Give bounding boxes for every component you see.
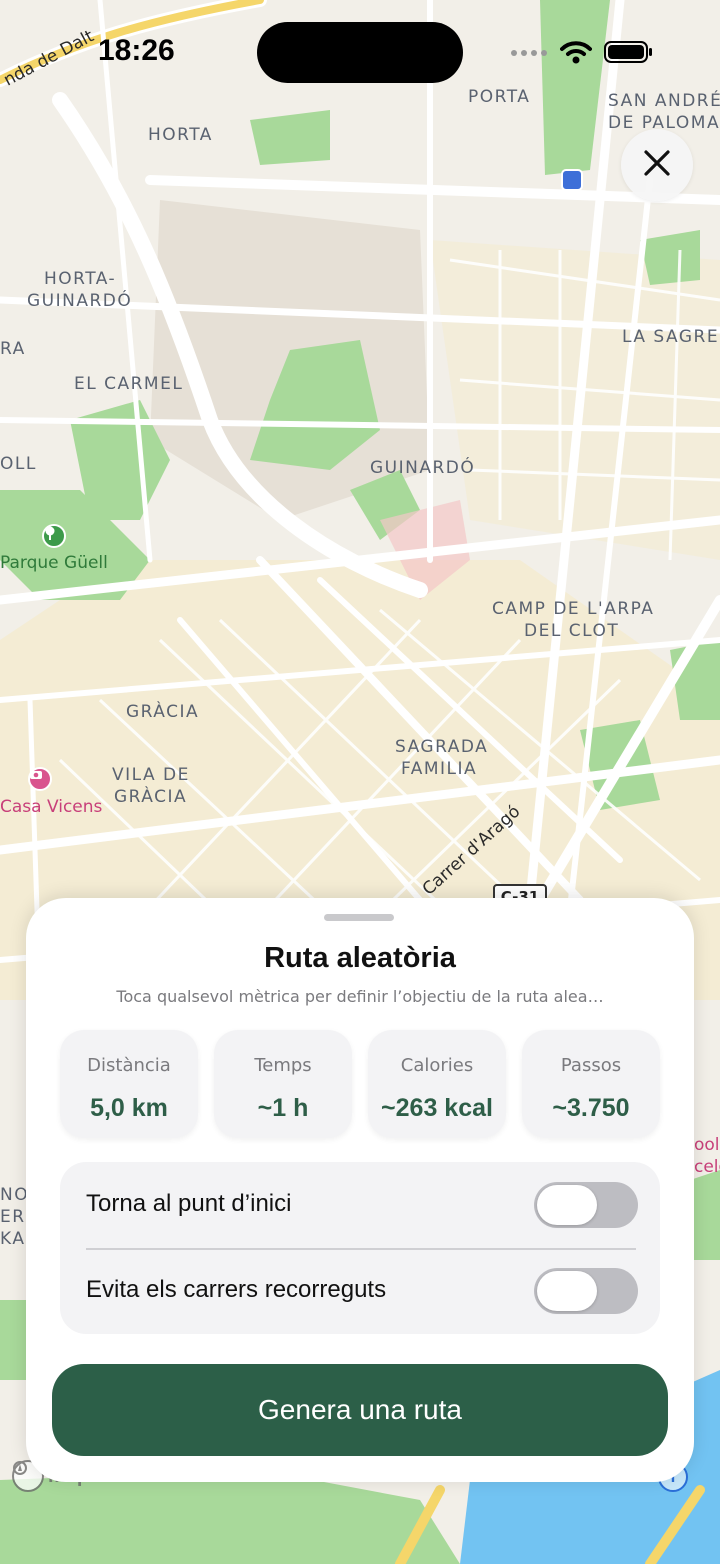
close-button[interactable]	[621, 129, 693, 201]
map-label-sant-andreu-1: SAN ANDRÉS	[608, 91, 720, 111]
status-icons	[510, 40, 654, 69]
return-to-start-toggle[interactable]	[534, 1182, 638, 1228]
map-label-right-ool: ool	[694, 1135, 720, 1155]
wifi-icon	[560, 40, 592, 69]
random-route-sheet: Ruta aleatòria Toca qualsevol mètrica pe…	[26, 898, 694, 1482]
metric-label: Distància	[87, 1055, 171, 1076]
map-label-vila-gracia-1: VILA DE	[112, 765, 190, 785]
metro-station-icon[interactable]	[561, 169, 583, 191]
metric-label: Calories	[400, 1055, 474, 1076]
sheet-grabber[interactable]	[324, 914, 394, 921]
map-label-camp-arpa-1: CAMP DE L'ARPA	[492, 599, 655, 619]
map-label-la-sagrera: LA SAGRER	[622, 327, 720, 347]
map-label-el-carmel: EL CARMEL	[74, 374, 184, 394]
map-label-guinardo: GUINARDÓ	[370, 458, 476, 478]
option-label: Evita els carrers recorreguts	[86, 1276, 387, 1303]
metric-distance[interactable]: Distància 5,0 km	[60, 1030, 198, 1138]
map-label-right-celo: celo	[694, 1157, 720, 1177]
generate-route-button[interactable]: Genera una ruta	[52, 1364, 668, 1456]
toggle-knob	[537, 1271, 597, 1311]
metric-label: Passos	[560, 1055, 622, 1076]
metric-value: ~3.750	[552, 1094, 630, 1122]
map-label-porta: PORTA	[468, 87, 531, 107]
metric-value: ~1 h	[257, 1094, 309, 1122]
map-label-vila-gracia-2: GRÀCIA	[114, 787, 188, 807]
option-return-to-start: Torna al punt d’inici	[60, 1162, 660, 1248]
poi-parque-guell[interactable]: Parque Güell	[0, 552, 108, 574]
avoid-visited-streets-toggle[interactable]	[534, 1268, 638, 1314]
map-label-horta-guinardo-2: GUINARDÓ	[27, 291, 133, 311]
metric-value: 5,0 km	[90, 1094, 168, 1122]
metric-steps[interactable]: Passos ~3.750	[522, 1030, 660, 1138]
map-label-gracia: GRÀCIA	[126, 702, 200, 722]
toggle-knob	[537, 1185, 597, 1225]
map-label-horta: HORTA	[148, 125, 213, 145]
map-label-camp-arpa-2: DEL CLOT	[524, 621, 620, 641]
battery-icon	[604, 40, 654, 69]
option-label: Torna al punt d’inici	[86, 1190, 292, 1217]
camera-icon[interactable]	[28, 767, 52, 791]
metric-calories[interactable]: Calories ~263 kcal	[368, 1030, 506, 1138]
metric-time[interactable]: Temps ~1 h	[214, 1030, 352, 1138]
dynamic-island	[257, 22, 463, 83]
metrics-row: Distància 5,0 km Temps ~1 h Calories ~26…	[60, 1030, 660, 1138]
metric-label: Temps	[254, 1055, 312, 1076]
route-options: Torna al punt d’inici Evita els carrers …	[60, 1162, 660, 1334]
cellular-signal-icon	[510, 46, 548, 64]
option-avoid-visited-streets: Evita els carrers recorreguts	[60, 1248, 660, 1334]
map-label-horta-guinardo-1: HORTA-	[44, 269, 117, 289]
close-icon	[643, 149, 671, 182]
poi-casa-vicens[interactable]: Casa Vicens	[0, 796, 102, 818]
status-time: 18:26	[98, 34, 175, 67]
sheet-title: Ruta aleatòria	[264, 942, 456, 974]
park-icon[interactable]	[42, 524, 66, 548]
map-label-left-er: ER	[0, 1207, 26, 1227]
map-label-sagrada-familia-2: FAMILIA	[401, 759, 478, 779]
metric-value: ~263 kcal	[381, 1094, 493, 1122]
map-label-left-ra: RA	[0, 339, 26, 359]
map-label-left-oll: OLL	[0, 454, 37, 474]
map-label-sagrada-familia-1: SAGRADA	[395, 737, 489, 757]
sheet-subtitle: Toca qualsevol mètrica per definir l’obj…	[116, 987, 604, 1006]
